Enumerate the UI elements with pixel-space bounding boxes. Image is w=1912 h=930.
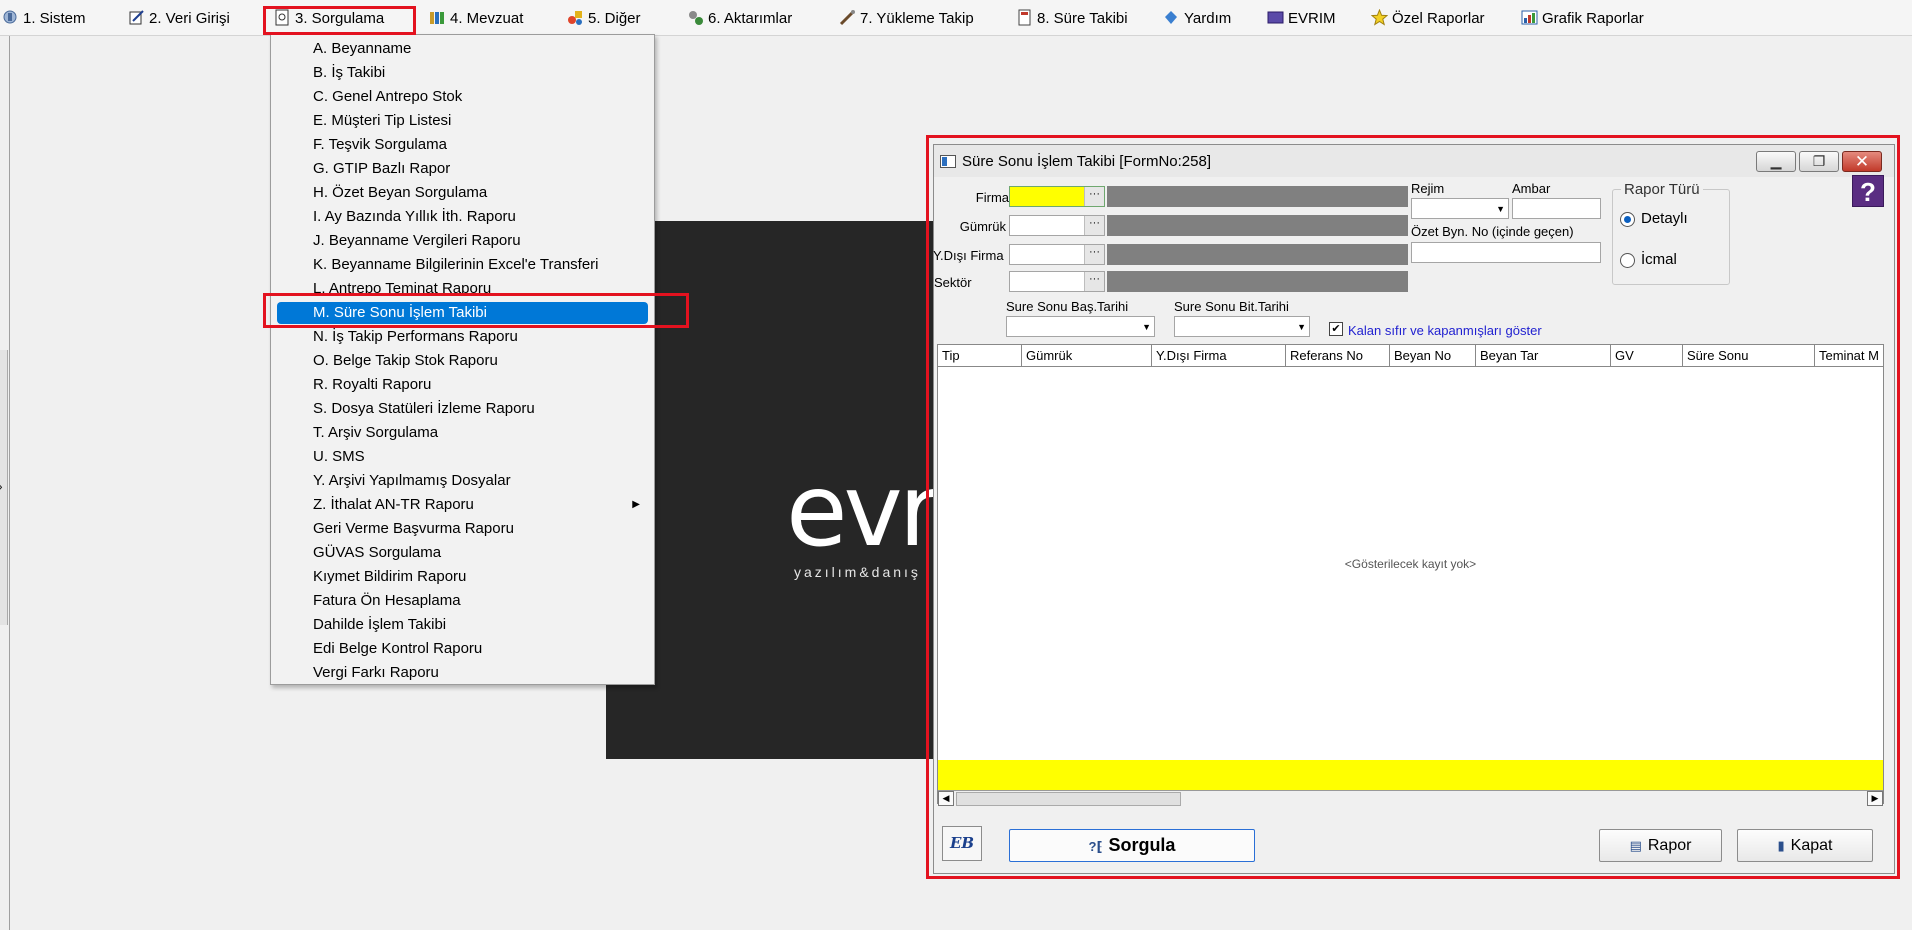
dropdown-item[interactable]: G. GTIP Bazlı Rapor: [277, 158, 648, 180]
edit-icon: [128, 9, 145, 26]
menu-grafik-raporlar[interactable]: Grafik Raporlar: [1521, 7, 1644, 31]
dropdown-item[interactable]: K. Beyanname Bilgilerinin Excel'e Transf…: [277, 254, 648, 276]
chevron-right-icon[interactable]: ›: [0, 478, 3, 494]
book-icon: [1267, 9, 1284, 26]
menu-mevzuat[interactable]: 4. Mevzuat: [429, 7, 523, 31]
dropdown-item[interactable]: R. Royalti Raporu: [277, 374, 648, 396]
chart-icon: [1521, 9, 1538, 26]
evrim-logo-subtitle: yazılım&danış: [794, 564, 921, 580]
menu-veri-girisi[interactable]: 2. Veri Girişi: [128, 7, 230, 31]
dropdown-item[interactable]: E. Müşteri Tip Listesi: [277, 110, 648, 132]
menu-sure-takibi[interactable]: 8. Süre Takibi: [1016, 7, 1128, 31]
dropdown-item[interactable]: Dahilde İşlem Takibi: [277, 614, 648, 636]
dropdown-item[interactable]: GÜVAS Sorgulama: [277, 542, 648, 564]
menu-evrim[interactable]: EVRIM: [1267, 7, 1336, 31]
menu-aktarimlar[interactable]: 6. Aktarımlar: [687, 7, 792, 31]
gears-icon: [687, 9, 704, 26]
menu-annotation-highlight: [263, 6, 416, 35]
dropdown-item[interactable]: Fatura Ön Hesaplama: [277, 590, 648, 612]
dropdown-item[interactable]: I. Ay Bazında Yıllık İth. Raporu: [277, 206, 648, 228]
dropdown-item[interactable]: S. Dosya Statüleri İzleme Raporu: [277, 398, 648, 420]
dropdown-item[interactable]: Geri Verme Başvurma Raporu: [277, 518, 648, 540]
wrench-icon: [2, 9, 19, 26]
dropdown-item[interactable]: H. Özet Beyan Sorgulama: [277, 182, 648, 204]
dropdown-item[interactable]: Y. Arşivi Yapılmamış Dosyalar: [277, 470, 648, 492]
dropdown-item[interactable]: J. Beyanname Vergileri Raporu: [277, 230, 648, 252]
sorgulama-dropdown-menu: A. Beyanname B. İş Takibi C. Genel Antrepo…: [270, 34, 655, 685]
menu-diger[interactable]: 5. Diğer: [567, 7, 641, 31]
books-icon: [429, 9, 446, 26]
dropdown-item[interactable]: Edi Belge Kontrol Raporu: [277, 638, 648, 660]
submenu-arrow-icon: ▶: [632, 499, 640, 510]
dropdown-item[interactable]: Kıymet Bildirim Raporu: [277, 566, 648, 588]
dropdown-item[interactable]: B. İş Takibi: [277, 62, 648, 84]
dropdown-item[interactable]: U. SMS: [277, 446, 648, 468]
dropdown-item[interactable]: C. Genel Antrepo Stok: [277, 86, 648, 108]
menu-yardim[interactable]: Yardım: [1163, 7, 1231, 31]
menu-ozel-raporlar[interactable]: Özel Raporlar: [1370, 7, 1485, 31]
help-icon: [1163, 9, 1180, 26]
dropdown-item[interactable]: Vergi Farkı Raporu: [277, 662, 648, 684]
dropdown-item[interactable]: N. İş Takip Performans Raporu: [277, 326, 648, 348]
dropdown-item[interactable]: A. Beyanname: [277, 38, 648, 60]
shapes-icon: [567, 9, 584, 26]
dropdown-item[interactable]: F. Teşvik Sorgulama: [277, 134, 648, 156]
dropdown-item[interactable]: Z. İthalat AN-TR Raporu ▶: [277, 494, 648, 516]
dropdown-item[interactable]: T. Arşiv Sorgulama: [277, 422, 648, 444]
form-annotation-highlight: [926, 135, 1900, 879]
menu-sistem[interactable]: 1. Sistem: [2, 7, 86, 31]
dropdown-item[interactable]: O. Belge Takip Stok Raporu: [277, 350, 648, 372]
menu-item-annotation-highlight: [263, 293, 689, 328]
menu-yukleme-takip[interactable]: 7. Yükleme Takip: [839, 7, 974, 31]
hourglass-icon: [1016, 9, 1033, 26]
tools-icon: [839, 9, 856, 26]
star-icon: [1370, 8, 1389, 26]
